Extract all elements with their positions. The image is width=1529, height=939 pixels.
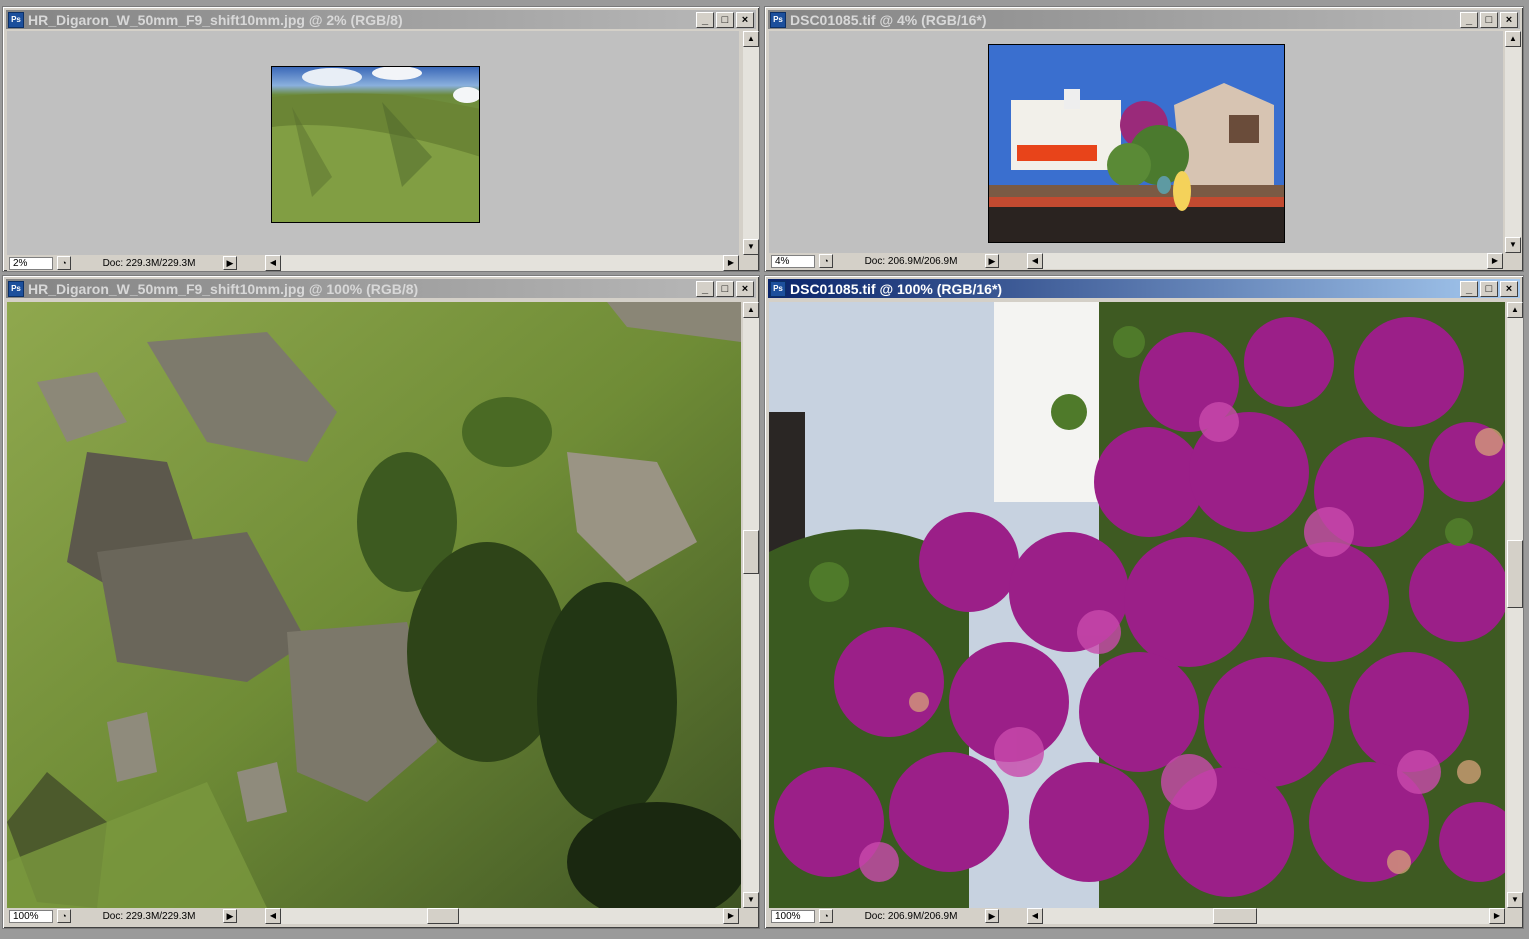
status-menu-arrow-icon[interactable]: ▶ xyxy=(223,256,237,270)
scroll-down-button[interactable]: ▼ xyxy=(743,239,759,255)
close-icon[interactable]: × xyxy=(736,280,754,297)
scroll-up-button[interactable]: ▲ xyxy=(743,31,759,47)
photoshop-document-icon: Ps xyxy=(770,11,786,28)
horizontal-scrollbar[interactable]: ◀ ▶ xyxy=(265,908,739,924)
maximize-icon[interactable]: □ xyxy=(1480,280,1498,297)
status-info-icon[interactable]: ◔ xyxy=(819,909,833,923)
zoom-field[interactable]: 4% xyxy=(771,254,815,268)
window-title: HR_Digaron_W_50mm_F9_shift10mm.jpg @ 100… xyxy=(28,280,419,297)
doc-size-info: Doc: 206.9M/206.9M xyxy=(864,255,958,267)
scroll-up-button[interactable]: ▲ xyxy=(1505,31,1521,47)
scroll-left-button[interactable]: ◀ xyxy=(265,908,281,924)
status-bar: 100% ◔ Doc: 206.9M/206.9M ▶ xyxy=(769,908,1045,924)
close-icon[interactable]: × xyxy=(1500,11,1518,28)
maximize-icon[interactable]: □ xyxy=(716,11,734,28)
image-canvas[interactable] xyxy=(769,302,1505,908)
window-titlebar[interactable]: Ps DSC01085.tif @ 100% (RGB/16*) _ □ × xyxy=(768,279,1520,298)
maximize-icon[interactable]: □ xyxy=(716,280,734,297)
scroll-up-button[interactable]: ▲ xyxy=(1507,302,1523,318)
minimize-icon[interactable]: _ xyxy=(1460,280,1478,297)
doc-size-info: Doc: 229.3M/229.3M xyxy=(102,257,196,269)
maximize-icon[interactable]: □ xyxy=(1480,11,1498,28)
status-bar: 4% ◔ Doc: 206.9M/206.9M ▶ xyxy=(769,253,1045,269)
vertical-scrollbar[interactable]: ▲ ▼ xyxy=(1505,31,1521,253)
scroll-right-button[interactable]: ▶ xyxy=(1487,253,1503,269)
image-canvas[interactable] xyxy=(7,31,739,255)
bougainvillea-image xyxy=(769,302,1505,908)
scroll-left-button[interactable]: ◀ xyxy=(1027,253,1043,269)
document-window-hotel-100pct[interactable]: Ps DSC01085.tif @ 100% (RGB/16*) _ □ × ▲… xyxy=(764,275,1524,929)
status-info-icon[interactable]: ◔ xyxy=(57,256,71,270)
vertical-scrollbar[interactable]: ▲ ▼ xyxy=(1507,302,1523,908)
window-titlebar[interactable]: Ps DSC01085.tif @ 4% (RGB/16*) _ □ × xyxy=(768,10,1520,29)
photoshop-document-icon: Ps xyxy=(8,11,24,28)
scroll-left-button[interactable]: ◀ xyxy=(1027,908,1043,924)
image-canvas[interactable] xyxy=(769,31,1503,253)
status-bar: 2% ◔ Doc: 229.3M/229.3M ▶ xyxy=(7,255,283,271)
zoom-field[interactable]: 100% xyxy=(771,909,815,923)
document-window-hotel-4pct[interactable]: Ps DSC01085.tif @ 4% (RGB/16*) _ □ × ▲ ▼… xyxy=(764,6,1524,272)
close-icon[interactable]: × xyxy=(736,11,754,28)
minimize-icon[interactable]: _ xyxy=(696,280,714,297)
vertical-scroll-thumb[interactable] xyxy=(743,530,759,574)
horizontal-scroll-thumb[interactable] xyxy=(1213,908,1257,924)
horizontal-scrollbar[interactable]: ◀ ▶ xyxy=(1027,253,1503,269)
window-titlebar[interactable]: Ps HR_Digaron_W_50mm_F9_shift10mm.jpg @ … xyxy=(6,279,756,298)
document-window-mountain-100pct[interactable]: Ps HR_Digaron_W_50mm_F9_shift10mm.jpg @ … xyxy=(2,275,760,929)
zoom-field[interactable]: 2% xyxy=(9,256,53,270)
document-window-mountain-2pct[interactable]: Ps HR_Digaron_W_50mm_F9_shift10mm.jpg @ … xyxy=(2,6,760,272)
status-menu-arrow-icon[interactable]: ▶ xyxy=(985,909,999,923)
window-titlebar[interactable]: Ps HR_Digaron_W_50mm_F9_shift10mm.jpg @ … xyxy=(6,10,756,29)
hotel-thumbnail xyxy=(988,44,1285,243)
scroll-up-button[interactable]: ▲ xyxy=(743,302,759,318)
window-title: DSC01085.tif @ 4% (RGB/16*) xyxy=(790,11,987,28)
photoshop-document-icon: Ps xyxy=(770,280,786,297)
status-info-icon[interactable]: ◔ xyxy=(57,909,71,923)
scroll-left-button[interactable]: ◀ xyxy=(265,255,281,271)
minimize-icon[interactable]: _ xyxy=(696,11,714,28)
vertical-scroll-thumb[interactable] xyxy=(1507,540,1523,608)
scroll-down-button[interactable]: ▼ xyxy=(1507,892,1523,908)
image-canvas[interactable] xyxy=(7,302,741,908)
mountain-slope-image xyxy=(7,302,741,908)
zoom-field[interactable]: 100% xyxy=(9,909,53,923)
vertical-scrollbar[interactable]: ▲ ▼ xyxy=(743,302,759,908)
window-title: HR_Digaron_W_50mm_F9_shift10mm.jpg @ 2% … xyxy=(28,11,403,28)
status-info-icon[interactable]: ◔ xyxy=(819,254,833,268)
status-menu-arrow-icon[interactable]: ▶ xyxy=(985,254,999,268)
scroll-right-button[interactable]: ▶ xyxy=(723,255,739,271)
scroll-down-button[interactable]: ▼ xyxy=(743,892,759,908)
horizontal-scrollbar[interactable]: ◀ ▶ xyxy=(265,255,739,271)
mountain-thumbnail xyxy=(271,66,480,223)
doc-size-info: Doc: 206.9M/206.9M xyxy=(864,910,958,922)
horizontal-scroll-thumb[interactable] xyxy=(427,908,459,924)
minimize-icon[interactable]: _ xyxy=(1460,11,1478,28)
close-icon[interactable]: × xyxy=(1500,280,1518,297)
window-title: DSC01085.tif @ 100% (RGB/16*) xyxy=(790,280,1003,297)
scroll-down-button[interactable]: ▼ xyxy=(1505,237,1521,253)
scroll-right-button[interactable]: ▶ xyxy=(1489,908,1505,924)
photoshop-document-icon: Ps xyxy=(8,280,24,297)
scroll-right-button[interactable]: ▶ xyxy=(723,908,739,924)
doc-size-info: Doc: 229.3M/229.3M xyxy=(102,910,196,922)
vertical-scrollbar[interactable]: ▲ ▼ xyxy=(743,31,759,255)
horizontal-scrollbar[interactable]: ◀ ▶ xyxy=(1027,908,1505,924)
status-menu-arrow-icon[interactable]: ▶ xyxy=(223,909,237,923)
status-bar: 100% ◔ Doc: 229.3M/229.3M ▶ xyxy=(7,908,283,924)
